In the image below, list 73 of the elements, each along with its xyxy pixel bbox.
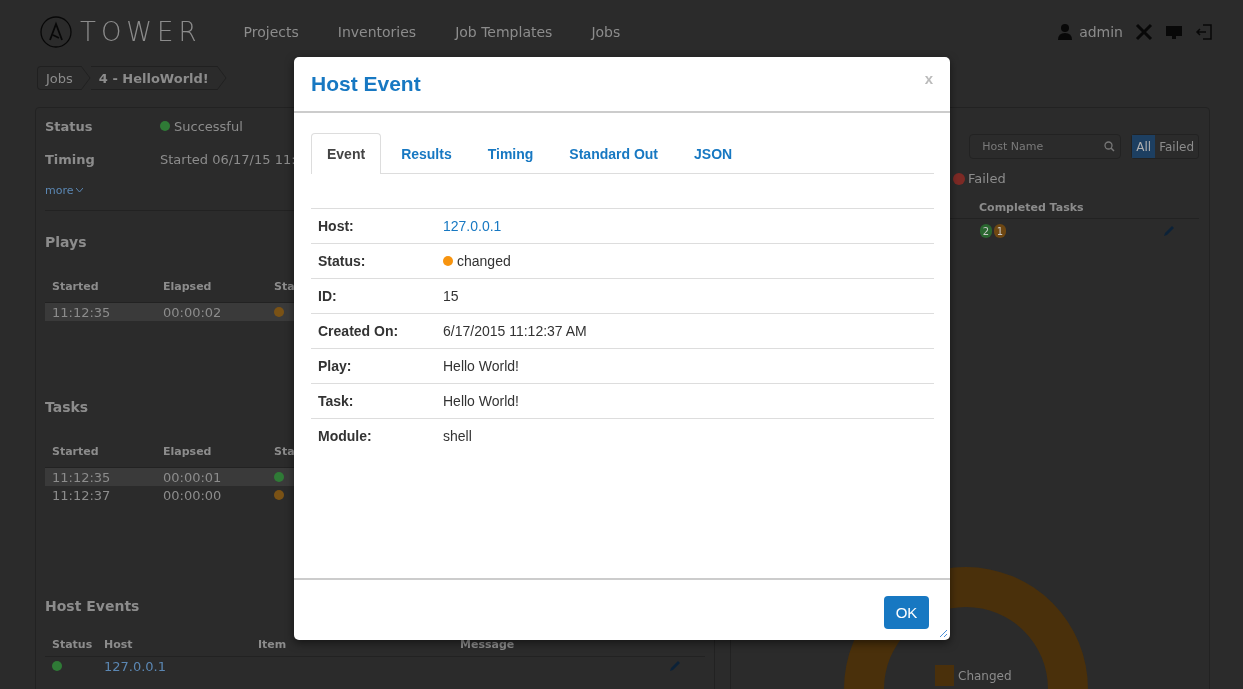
breadcrumb-link[interactable]: Jobs	[37, 66, 81, 90]
field-value: Hello World!	[443, 393, 519, 409]
field-label: Host:	[318, 218, 355, 234]
column-header: Elapsed	[163, 279, 213, 293]
field-value: Started 06/17/15 11:	[160, 151, 296, 167]
column-header: Sta	[274, 279, 295, 293]
column-header: Started	[52, 444, 100, 458]
table-cell-text: 00:00:02	[163, 304, 223, 320]
field-label: ID:	[318, 288, 338, 304]
field-value: Hello World!	[443, 358, 519, 374]
monitor-icon[interactable]	[1165, 23, 1183, 41]
logo-icon	[40, 16, 72, 48]
table-cell-text: 00:00:00	[163, 487, 223, 503]
edit-icon[interactable]	[669, 660, 681, 672]
table-row[interactable]: 11:12:37 00:00:00	[45, 486, 705, 504]
field-value: changed	[457, 253, 511, 269]
field-value: 15	[443, 288, 459, 304]
field-label: Timing	[45, 151, 96, 167]
nav-link[interactable]: Jobs	[591, 24, 621, 40]
filter-button[interactable]: Failed	[1155, 135, 1198, 158]
column-header: Completed Tasks	[979, 200, 1084, 214]
tab[interactable]: Standard Out	[553, 133, 674, 174]
field-label: Created On:	[318, 323, 400, 339]
ok-button[interactable]: OK	[884, 595, 929, 629]
section-title: Plays	[45, 233, 87, 252]
table-row[interactable]: 127.0.0.1	[45, 656, 705, 675]
dialog-title: Host Event	[311, 72, 421, 96]
section-title: Tasks	[45, 398, 89, 417]
column-header: Started	[52, 279, 100, 293]
table-cell-text: 00:00:01	[163, 469, 223, 485]
nav-link[interactable]: Job Templates	[455, 24, 553, 40]
field-value: shell	[443, 428, 472, 444]
tab[interactable]: JSON	[678, 133, 749, 174]
section-title: Host Events	[45, 597, 140, 616]
search-field[interactable]: Host Name	[969, 134, 1122, 159]
logo-text: TOWER	[80, 17, 202, 47]
field-label: Status:	[318, 253, 367, 269]
column-header: Host	[104, 637, 134, 651]
tab[interactable]: Event	[311, 133, 382, 174]
resize-grip-icon[interactable]	[939, 629, 947, 637]
column-header: Message	[460, 637, 515, 651]
filter-button[interactable]: All	[1132, 135, 1156, 158]
breadcrumb-current: 4 - HelloWorld!	[90, 66, 217, 90]
field-label: Task:	[318, 393, 355, 409]
count-badge: 1	[994, 224, 1006, 238]
edit-icon[interactable]	[1163, 225, 1175, 237]
table-cell-text: 11:12:37	[52, 487, 112, 503]
tab[interactable]: Timing	[471, 133, 550, 174]
logout-icon[interactable]	[1195, 23, 1213, 41]
field-value: 6/17/2015 11:12:37 AM	[443, 323, 587, 339]
user-name[interactable]: admin	[1079, 24, 1123, 40]
user-icon[interactable]	[1056, 23, 1075, 41]
count-badge: 2	[980, 224, 992, 238]
legend-label: Failed	[968, 171, 1006, 186]
field-label: Module:	[318, 428, 373, 444]
host-link[interactable]: 127.0.0.1	[104, 658, 167, 674]
column-header: Item	[258, 637, 288, 651]
nav-link[interactable]: Projects	[243, 24, 299, 40]
nav-link[interactable]: Inventories	[337, 24, 417, 40]
field-value: Successful	[174, 118, 243, 134]
tab[interactable]: Results	[385, 133, 468, 174]
search-icon[interactable]	[1104, 141, 1116, 152]
table-cell-text: 11:12:35	[52, 304, 112, 320]
chevron-icon	[75, 188, 83, 193]
column-header: Sta	[274, 444, 295, 458]
field-label: Play:	[318, 358, 353, 374]
column-header: Status	[52, 637, 94, 651]
legend-label: Changed	[958, 668, 1012, 683]
table-cell-text: 11:12:35	[52, 469, 112, 485]
more-link[interactable]: more	[45, 184, 83, 197]
field-label: Status	[45, 118, 94, 134]
column-header: Elapsed	[163, 444, 213, 458]
host-link[interactable]: 127.0.0.1	[443, 218, 502, 234]
